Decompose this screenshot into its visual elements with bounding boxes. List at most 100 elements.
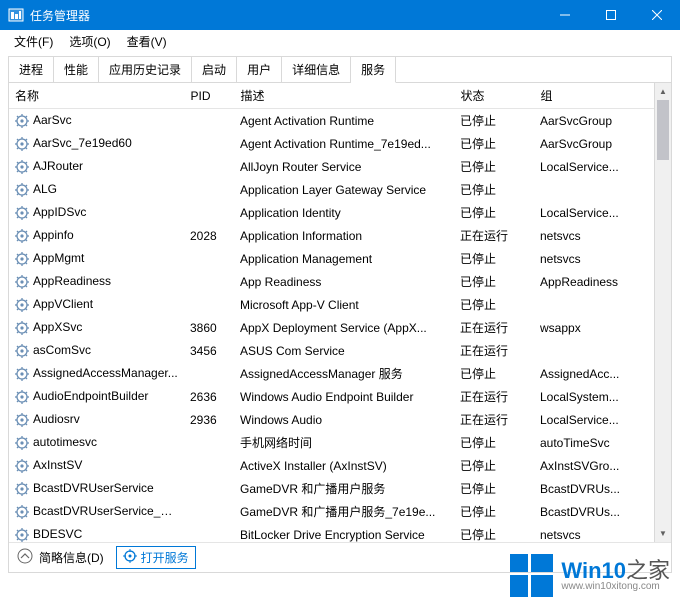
vertical-scrollbar[interactable]: ▲ ▼: [654, 83, 671, 542]
table-row[interactable]: AssignedAccessManager...AssignedAccessMa…: [9, 362, 671, 385]
cell-state: 已停止: [454, 109, 534, 133]
tab-users[interactable]: 用户: [237, 57, 282, 83]
cell-description: Application Management: [234, 247, 454, 270]
fewer-details-label: 简略信息(D): [39, 549, 104, 566]
cell-description: Application Layer Gateway Service: [234, 178, 454, 201]
cell-group: BcastDVRUs...: [534, 500, 671, 523]
tab-processes[interactable]: 进程: [9, 57, 54, 83]
cell-name: BcastDVRUserService_7e...: [9, 500, 184, 523]
table-row[interactable]: autotimesvc手机网络时间已停止autoTimeSvc: [9, 431, 671, 454]
table-row[interactable]: AppReadinessApp Readiness已停止AppReadiness: [9, 270, 671, 293]
table-row[interactable]: BcastDVRUserServiceGameDVR 和广播用户服务已停止Bca…: [9, 477, 671, 500]
column-header-group[interactable]: 组: [534, 83, 671, 109]
cell-state: 正在运行: [454, 339, 534, 362]
cell-state: 已停止: [454, 132, 534, 155]
table-row[interactable]: BcastDVRUserService_7e... GameDVR 和广播用户服务…: [9, 500, 671, 523]
column-header-name[interactable]: 名称: [9, 83, 184, 109]
table-row[interactable]: AppVClientMicrosoft App-V Client已停止: [9, 293, 671, 316]
cell-group: [534, 293, 671, 316]
scroll-thumb[interactable]: [657, 100, 669, 160]
cell-description: 手机网络时间: [234, 431, 454, 454]
cell-name: AarSvc_7e19ed60: [9, 132, 184, 155]
menu-options[interactable]: 选项(O): [61, 31, 118, 52]
cell-pid: 2028: [184, 224, 234, 247]
cell-description: GameDVR 和广播用户服务_7e19e...: [234, 500, 454, 523]
cell-group: BcastDVRUs...: [534, 477, 671, 500]
cell-name: AppIDSvc: [9, 201, 184, 224]
services-icon: [123, 549, 137, 566]
cell-pid: [184, 454, 234, 477]
table-row[interactable]: AxInstSVActiveX Installer (AxInstSV)已停止A…: [9, 454, 671, 477]
cell-pid: 2936: [184, 408, 234, 431]
cell-group: LocalService...: [534, 408, 671, 431]
cell-state: 正在运行: [454, 224, 534, 247]
table-row[interactable]: AppMgmtApplication Management已停止netsvcs: [9, 247, 671, 270]
open-services-label: 打开服务: [141, 549, 189, 566]
gear-icon: [15, 183, 29, 197]
column-header-pid[interactable]: PID: [184, 83, 234, 109]
cell-pid: [184, 201, 234, 224]
column-header-state[interactable]: 状态: [454, 83, 534, 109]
window-title: 任务管理器: [30, 7, 542, 24]
table-row[interactable]: AudioEndpointBuilder2636Windows Audio En…: [9, 385, 671, 408]
gear-icon: [15, 390, 29, 404]
table-row[interactable]: AarSvcAgent Activation Runtime已停止AarSvcG…: [9, 109, 671, 133]
header-row: 名称 PID 描述 状态 组: [9, 83, 671, 109]
table-row[interactable]: AppIDSvcApplication Identity已停止LocalServ…: [9, 201, 671, 224]
cell-state: 已停止: [454, 293, 534, 316]
table-row[interactable]: AarSvc_7e19ed60Agent Activation Runtime_…: [9, 132, 671, 155]
minimize-button[interactable]: [542, 0, 588, 30]
watermark-url: www.win10xitong.com: [561, 582, 670, 592]
tab-app-history[interactable]: 应用历史记录: [99, 57, 192, 83]
cell-state: 正在运行: [454, 316, 534, 339]
fewer-details-button[interactable]: 简略信息(D): [17, 548, 104, 567]
gear-icon: [15, 344, 29, 358]
scroll-down-button[interactable]: ▼: [655, 525, 671, 542]
gear-icon: [15, 505, 29, 519]
cell-name: ALG: [9, 178, 184, 201]
cell-state: 已停止: [454, 362, 534, 385]
tab-details[interactable]: 详细信息: [282, 57, 351, 83]
cell-description: Windows Audio Endpoint Builder: [234, 385, 454, 408]
cell-state: 已停止: [454, 523, 534, 542]
cell-description: ASUS Com Service: [234, 339, 454, 362]
cell-pid: [184, 109, 234, 133]
table-row[interactable]: asComSvc3456ASUS Com Service正在运行: [9, 339, 671, 362]
cell-description: Windows Audio: [234, 408, 454, 431]
cell-group: AssignedAcc...: [534, 362, 671, 385]
tab-startup[interactable]: 启动: [192, 57, 237, 83]
table-row[interactable]: ALGApplication Layer Gateway Service已停止: [9, 178, 671, 201]
table-row[interactable]: Appinfo2028Application Information正在运行ne…: [9, 224, 671, 247]
cell-pid: [184, 155, 234, 178]
cell-pid: 2636: [184, 385, 234, 408]
table-row[interactable]: Audiosrv2936Windows Audio正在运行LocalServic…: [9, 408, 671, 431]
maximize-button[interactable]: [588, 0, 634, 30]
scroll-up-button[interactable]: ▲: [655, 83, 671, 100]
table-row[interactable]: AJRouterAllJoyn Router Service已停止LocalSe…: [9, 155, 671, 178]
cell-name: AJRouter: [9, 155, 184, 178]
tab-performance[interactable]: 性能: [54, 57, 99, 83]
open-services-button[interactable]: 打开服务: [116, 546, 196, 569]
gear-icon: [15, 298, 29, 312]
tab-services[interactable]: 服务: [351, 57, 396, 83]
close-button[interactable]: [634, 0, 680, 30]
cell-pid: [184, 523, 234, 542]
cell-group: AarSvcGroup: [534, 109, 671, 133]
cell-name: AppMgmt: [9, 247, 184, 270]
cell-name: AppXSvc: [9, 316, 184, 339]
cell-pid: [184, 293, 234, 316]
cell-name: AssignedAccessManager...: [9, 362, 184, 385]
cell-description: App Readiness: [234, 270, 454, 293]
column-header-description[interactable]: 描述: [234, 83, 454, 109]
cell-pid: 3456: [184, 339, 234, 362]
table-row[interactable]: BDESVCBitLocker Drive Encryption Service…: [9, 523, 671, 542]
menu-file[interactable]: 文件(F): [6, 31, 61, 52]
cell-group: [534, 339, 671, 362]
cell-state: 正在运行: [454, 385, 534, 408]
gear-icon: [15, 275, 29, 289]
gear-icon: [15, 528, 29, 542]
tabbar: 进程 性能 应用历史记录 启动 用户 详细信息 服务: [8, 56, 672, 83]
menu-view[interactable]: 查看(V): [119, 31, 175, 52]
table-row[interactable]: AppXSvc3860AppX Deployment Service (AppX…: [9, 316, 671, 339]
cell-name: AarSvc: [9, 109, 184, 133]
